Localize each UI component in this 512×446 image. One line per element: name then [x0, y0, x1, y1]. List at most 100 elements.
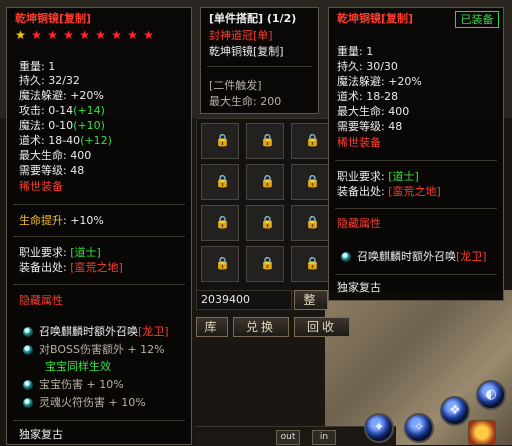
set-label: 稀世装备 [19, 180, 63, 193]
star-icon: ★ [47, 28, 58, 42]
stat-durability: 持久: 32/32 [19, 74, 80, 87]
lock-icon: 🔒 [305, 215, 320, 229]
divider [207, 66, 312, 67]
item-tooltip-left: 乾坤铜镜[复制] ★ ★ ★ ★ ★ ★ ★ ★ ★ 重量: 1 持久: 32/… [6, 7, 192, 445]
skill-orb-1[interactable]: ✦ [364, 413, 394, 443]
star-icon: ★ [15, 28, 26, 42]
stat-required-level: 需要等级: 48 [19, 164, 85, 177]
star-rating: ★ ★ ★ ★ ★ ★ ★ ★ ★ [15, 28, 185, 42]
stat-weight: 重量: 1 [19, 60, 56, 73]
lock-icon: 🔒 [260, 215, 275, 229]
inventory-slot[interactable]: 🔒 [201, 205, 239, 241]
star-icon: ★ [143, 28, 154, 42]
tooltip-footer: 独家复古 [337, 281, 381, 294]
divider [13, 204, 185, 205]
star-icon: ★ [31, 28, 42, 42]
lock-icon: 🔒 [260, 256, 275, 270]
inventory-slot[interactable]: 🔒 [201, 164, 239, 200]
inventory-slot[interactable]: 🔒 [291, 164, 329, 200]
stat-attack: 攻击: 0-14(+14) [19, 104, 105, 117]
divider [335, 208, 497, 209]
inventory-slot[interactable]: 🔒 [291, 205, 329, 241]
item-title: 乾坤铜镜[复制] [15, 12, 92, 25]
star-icon: ★ [95, 28, 106, 42]
lock-icon: 🔒 [305, 256, 320, 270]
star-icon: ★ [127, 28, 138, 42]
inventory-slot[interactable]: 🔒 [201, 246, 239, 282]
equipment-source: 装备出处: [蛮荒之地] [337, 185, 441, 198]
out-button[interactable]: out [276, 430, 300, 445]
storage-button[interactable]: 库 [196, 317, 228, 337]
set-piece-1: 封神道冠[单] [209, 29, 273, 42]
star-icon: ★ [111, 28, 122, 42]
bullet-icon [23, 327, 33, 337]
lock-icon: 🔒 [260, 174, 275, 188]
hidden-attr-soul-fire: 灵魂火符伤害 + 10% [39, 396, 146, 409]
divider [13, 284, 185, 285]
inventory-grid: 🔒 🔒 🔒 🔒 🔒 🔒 🔒 🔒 🔒 🔒 🔒 🔒 [196, 118, 338, 292]
job-requirement: 职业要求: [道士] [337, 170, 419, 183]
equipped-badge: 已装备 [455, 11, 499, 28]
stat-max-life: 最大生命: 400 [19, 149, 92, 162]
set-label: 稀世装备 [337, 136, 381, 149]
lock-icon: 🔒 [305, 174, 320, 188]
hidden-attr-summon: 召唤麒麟时额外召唤[龙卫] [39, 325, 169, 338]
hidden-attr-pet-damage: 宝宝伤害 + 10% [39, 378, 124, 391]
inventory-slot[interactable]: 🔒 [291, 246, 329, 282]
skill-orb-4[interactable]: ◐ [476, 380, 506, 410]
bullet-icon [341, 252, 351, 262]
bullet-icon [23, 345, 33, 355]
gold-amount-field: 2039400 [196, 290, 292, 310]
lock-icon: 🔒 [215, 256, 230, 270]
item-tooltip-equipped: 乾坤铜镜[复制] 已装备 重量: 1 持久: 30/30 魔法躲避: +20% … [328, 7, 504, 301]
item-title: 乾坤铜镜[复制] [337, 12, 414, 25]
inventory-slot[interactable]: 🔒 [246, 246, 284, 282]
bullet-icon [23, 398, 33, 408]
hidden-attributes-header: 隐藏属性 [337, 217, 381, 230]
stat-taoism: 道术: 18-40(+12) [19, 134, 112, 147]
set-piece-2: 乾坤铜镜[复制] [209, 45, 284, 58]
stat-taoism: 道术: 18-28 [337, 90, 399, 103]
set-bonus-tooltip: [单件搭配] (1/2) 封神道冠[单] 乾坤铜镜[复制] [二件触发] 最大生… [200, 7, 319, 114]
stat-magic-evasion: 魔法躲避: +20% [19, 89, 104, 102]
lock-icon: 🔒 [215, 133, 230, 147]
star-icon: ★ [63, 28, 74, 42]
lock-icon: 🔒 [215, 174, 230, 188]
lock-icon: 🔒 [305, 133, 320, 147]
lock-icon: 🔒 [260, 133, 275, 147]
tooltip-footer: 独家复古 [19, 428, 63, 441]
inventory-slot[interactable]: 🔒 [201, 123, 239, 159]
hidden-attr-summon: 召唤麒麟时额外召唤[龙卫] [357, 250, 487, 263]
skill-orb-2[interactable]: ✧ [404, 413, 434, 443]
in-button[interactable]: in [312, 430, 336, 445]
star-icon: ★ [79, 28, 90, 42]
bullet-icon [23, 380, 33, 390]
divider [335, 160, 497, 161]
hidden-attr-pet-effect: 宝宝同样生效 [45, 360, 111, 373]
set-bonus-title: [单件搭配] (1/2) [209, 12, 297, 25]
inventory-slot[interactable]: 🔒 [246, 164, 284, 200]
sort-button[interactable]: 整 [294, 290, 328, 310]
set-max-life: 最大生命: 200 [209, 95, 282, 108]
stat-weight: 重量: 1 [337, 45, 374, 58]
bag-icon[interactable] [468, 420, 496, 445]
recycle-button[interactable]: 回收 [294, 317, 350, 337]
exchange-button[interactable]: 兑换 [233, 317, 289, 337]
hidden-attributes-header: 隐藏属性 [19, 294, 63, 307]
divider [13, 236, 185, 237]
stat-required-level: 需要等级: 48 [337, 120, 403, 133]
lock-icon: 🔒 [215, 215, 230, 229]
inventory-slot[interactable]: 🔒 [291, 123, 329, 159]
inventory-slot[interactable]: 🔒 [246, 205, 284, 241]
divider [335, 274, 497, 275]
stat-magic: 魔法: 0-10(+10) [19, 119, 105, 132]
life-boost: 生命提升: +10% [19, 214, 104, 227]
stat-magic-evasion: 魔法躲避: +20% [337, 75, 422, 88]
set-trigger: [二件触发] [209, 79, 262, 92]
job-requirement: 职业要求: [道士] [19, 246, 101, 259]
skill-orb-3[interactable]: ❖ [440, 396, 470, 426]
equipment-source: 装备出处: [蛮荒之地] [19, 261, 123, 274]
hidden-attr-boss-damage: 对BOSS伤害额外 + 12% [39, 343, 165, 356]
inventory-slot[interactable]: 🔒 [246, 123, 284, 159]
divider [13, 420, 185, 421]
